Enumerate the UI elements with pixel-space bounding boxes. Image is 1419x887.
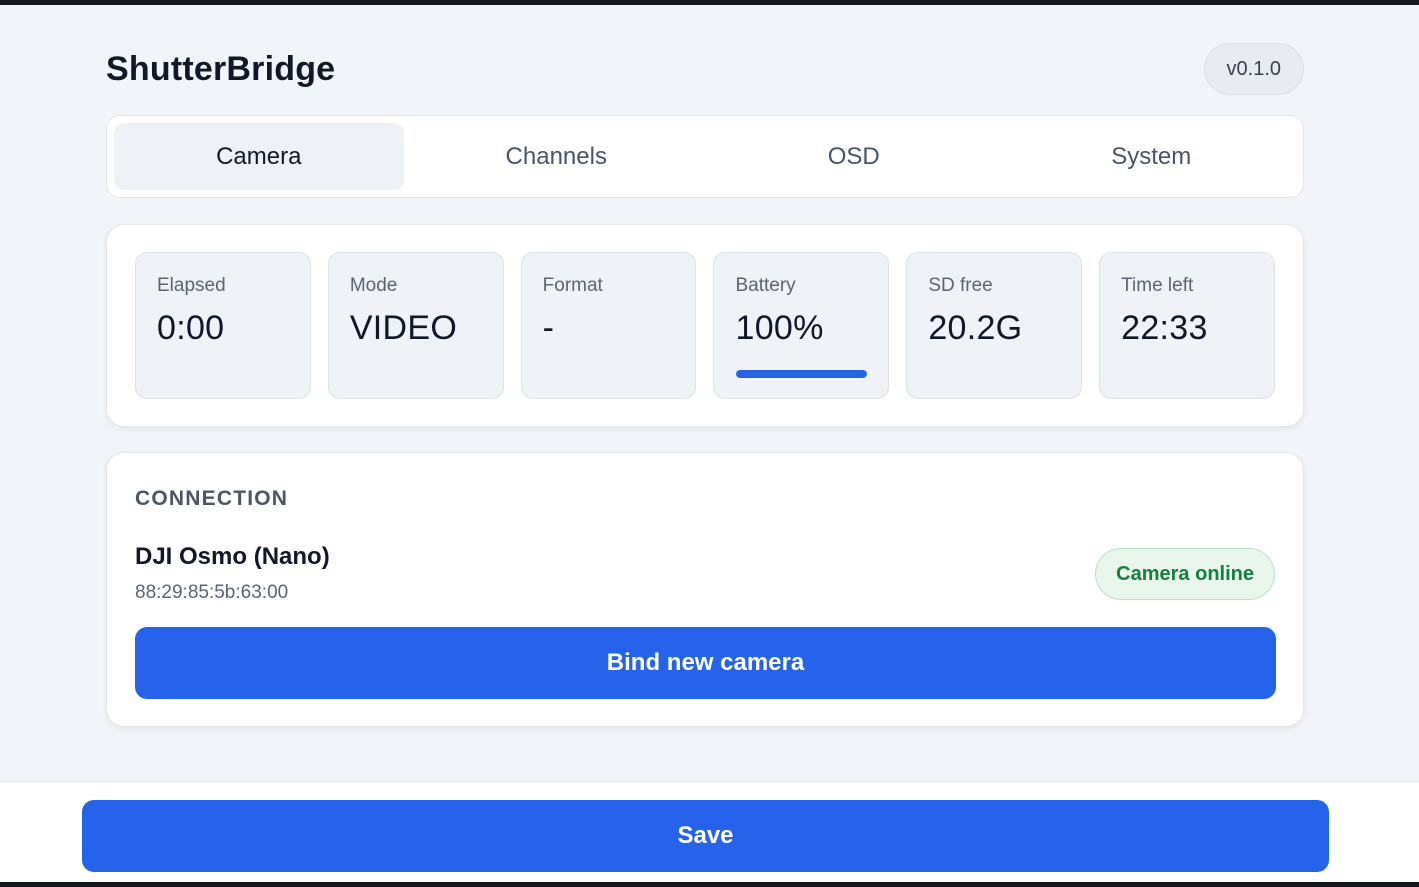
stat-sd-free: SD free 20.2G: [906, 252, 1083, 399]
stat-label: Battery: [735, 275, 796, 296]
stat-label: Format: [542, 275, 603, 296]
stat-battery: Battery 100%: [713, 252, 890, 399]
tab-system[interactable]: System: [1007, 123, 1297, 190]
stat-label: SD free: [928, 275, 993, 296]
app-screen: ShutterBridge v0.1.0 Camera Channels OSD…: [0, 5, 1419, 882]
camera-status-badge: Camera online: [1095, 548, 1275, 600]
stat-format: Format -: [520, 252, 697, 399]
stat-elapsed: Elapsed 0:00: [135, 252, 311, 399]
stats-card: Elapsed 0:00 Mode VIDEO Format - Battery…: [106, 224, 1304, 427]
device-mac-address: 88:29:85:5b:63:00: [135, 582, 289, 603]
stat-time-left: Time left 22:33: [1099, 252, 1275, 399]
header: ShutterBridge v0.1.0: [106, 43, 1304, 95]
section-title: CONNECTION: [135, 487, 289, 510]
tab-bar: Camera Channels OSD System: [106, 115, 1304, 198]
footer-bar: Save: [0, 781, 1419, 882]
stat-label: Elapsed: [157, 275, 226, 296]
battery-level-fill: [736, 370, 868, 378]
stat-value: 100%: [735, 309, 824, 347]
tab-osd[interactable]: OSD: [709, 123, 999, 190]
battery-level-bar: [736, 370, 868, 378]
stat-value: -: [542, 309, 555, 347]
app-title: ShutterBridge: [106, 49, 336, 88]
stat-value: 0:00: [157, 309, 225, 347]
stat-value: VIDEO: [349, 309, 458, 347]
stat-label: Time left: [1121, 275, 1194, 296]
tab-channels[interactable]: Channels: [412, 123, 702, 190]
stat-label: Mode: [349, 275, 398, 296]
version-badge: v0.1.0: [1203, 43, 1304, 95]
connection-card: CONNECTION DJI Osmo (Nano) 88:29:85:5b:6…: [106, 452, 1304, 727]
tab-camera[interactable]: Camera: [114, 123, 404, 190]
stat-value: 22:33: [1121, 309, 1208, 347]
save-button[interactable]: Save: [82, 800, 1329, 872]
bind-new-camera-button[interactable]: Bind new camera: [135, 627, 1276, 699]
device-name: DJI Osmo (Nano): [135, 543, 330, 570]
stat-value: 20.2G: [928, 309, 1023, 347]
stat-mode: Mode VIDEO: [327, 252, 504, 399]
